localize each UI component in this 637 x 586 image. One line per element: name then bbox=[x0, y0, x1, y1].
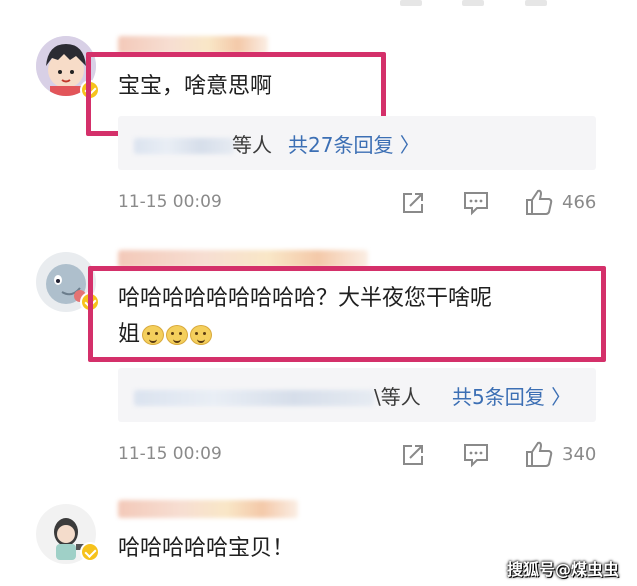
like-icon[interactable] bbox=[524, 187, 554, 217]
like-count: 466 bbox=[562, 192, 597, 213]
comment-text: 哈哈哈哈哈哈哈哈哈？大半夜您干啥呢 bbox=[118, 286, 493, 311]
reply-count-link[interactable]: 共27条回复 〉 bbox=[288, 130, 420, 160]
reply-suffix: 等人 bbox=[232, 133, 272, 157]
comment-icon[interactable] bbox=[462, 0, 484, 6]
doge-emoji-icon bbox=[166, 325, 189, 345]
top-strip bbox=[0, 0, 637, 22]
reply-suffix: \等人 bbox=[374, 385, 421, 409]
comment-text-tail: 姐 bbox=[118, 322, 141, 347]
like-count: 340 bbox=[562, 444, 597, 465]
comment-time: 11-15 00:09 bbox=[118, 444, 222, 464]
comment-icon[interactable] bbox=[462, 442, 490, 468]
username-blurred[interactable] bbox=[118, 500, 298, 518]
share-icon[interactable] bbox=[400, 0, 422, 6]
like-icon[interactable] bbox=[524, 439, 554, 469]
doge-emoji-icon bbox=[142, 325, 165, 345]
share-icon[interactable] bbox=[400, 190, 426, 216]
doge-emoji-icon bbox=[190, 325, 213, 345]
reply-count-link[interactable]: 共5条回复 〉 bbox=[452, 382, 571, 412]
reply-names-blurred bbox=[134, 138, 234, 154]
like-icon[interactable] bbox=[525, 0, 547, 6]
comment-time: 11-15 00:09 bbox=[118, 192, 222, 212]
comment-icon[interactable] bbox=[462, 190, 490, 216]
reply-names-blurred bbox=[134, 390, 374, 406]
comment-text: 宝宝，啥意思啊 bbox=[118, 74, 273, 99]
share-icon[interactable] bbox=[400, 442, 426, 468]
verified-badge-icon bbox=[80, 542, 100, 562]
watermark: 搜狐号@煤虫虫 bbox=[506, 560, 619, 579]
comment-text: 哈哈哈哈哈宝贝！ bbox=[118, 536, 295, 561]
comment-text-line2: 姐 bbox=[118, 318, 213, 352]
